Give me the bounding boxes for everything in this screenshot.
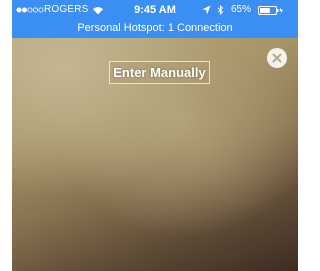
screen: ROGERS 9:45 AM 65% Personal Hotspot: 1 C… bbox=[12, 0, 298, 271]
status-row: ROGERS 9:45 AM 65% bbox=[12, 2, 298, 18]
close-button[interactable] bbox=[267, 48, 287, 68]
close-icon bbox=[272, 53, 282, 63]
battery-icon bbox=[258, 6, 283, 15]
enter-manually-button[interactable]: Enter Manually bbox=[109, 61, 210, 84]
bluetooth-icon bbox=[217, 5, 224, 15]
hotspot-banner[interactable]: Personal Hotspot: 1 Connection bbox=[12, 19, 298, 37]
status-bar: ROGERS 9:45 AM 65% Personal Hotspot: 1 C… bbox=[12, 0, 298, 38]
clock: 9:45 AM bbox=[134, 4, 176, 16]
battery-percentage: 65% bbox=[231, 4, 252, 15]
location-icon bbox=[202, 5, 211, 15]
camera-viewfinder: Enter Manually bbox=[12, 38, 298, 271]
